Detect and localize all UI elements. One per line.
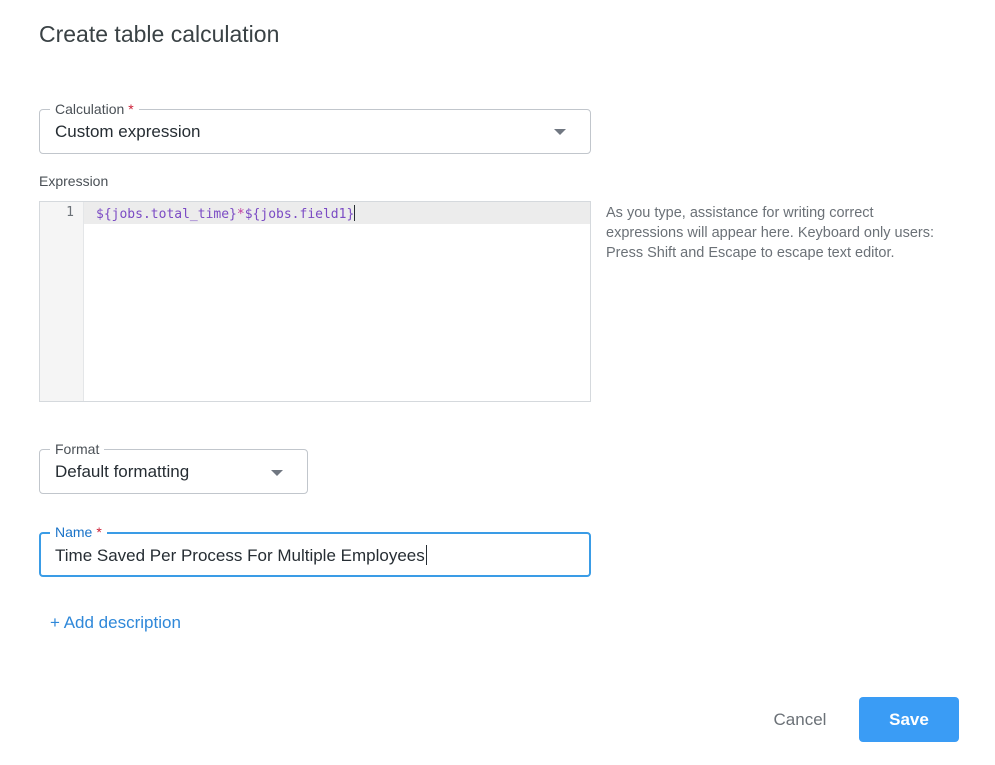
code-field-reference: ${jobs.field1} [244, 207, 355, 222]
name-label-text: Name [55, 524, 93, 540]
name-value[interactable]: Time Saved Per Process For Multiple Empl… [55, 545, 427, 566]
create-table-calculation-dialog: Create table calculation Calculation * Cu… [0, 0, 995, 765]
text-cursor [354, 205, 356, 221]
format-value: Default formatting [55, 462, 190, 481]
expression-help-text: As you type, assistance for writing corr… [606, 205, 935, 261]
chevron-down-icon [271, 470, 283, 476]
calculation-select[interactable]: Calculation * Custom expression [39, 101, 591, 154]
format-select[interactable]: Format Default formatting [39, 441, 308, 494]
calculation-value: Custom expression [55, 122, 201, 141]
name-label: Name * [50, 524, 107, 540]
required-marker: * [96, 524, 102, 540]
calculation-label: Calculation * [50, 101, 139, 117]
code-field-reference: ${jobs.total_time} [96, 207, 237, 222]
format-label: Format [50, 441, 105, 457]
dialog-title: Create table calculation [39, 21, 280, 47]
add-description-link[interactable]: + Add description [50, 613, 181, 633]
text-cursor [425, 545, 427, 565]
expression-label: Expression [39, 173, 109, 189]
name-value-text: Time Saved Per Process For Multiple Empl… [55, 546, 425, 565]
expression-editor[interactable]: 1 ${jobs.total_time}*${jobs.field1} [39, 201, 591, 402]
name-input[interactable]: Name * Time Saved Per Process For Multipl… [39, 524, 591, 577]
expression-code-line[interactable]: ${jobs.total_time}*${jobs.field1} [96, 205, 356, 222]
code-operator: * [236, 207, 245, 222]
chevron-down-icon [554, 129, 566, 135]
save-button[interactable]: Save [859, 697, 959, 742]
required-marker: * [128, 101, 134, 117]
cancel-button[interactable]: Cancel [758, 697, 842, 742]
line-number-gutter [40, 202, 84, 401]
line-number: 1 [66, 205, 74, 220]
calculation-label-text: Calculation [55, 101, 125, 117]
